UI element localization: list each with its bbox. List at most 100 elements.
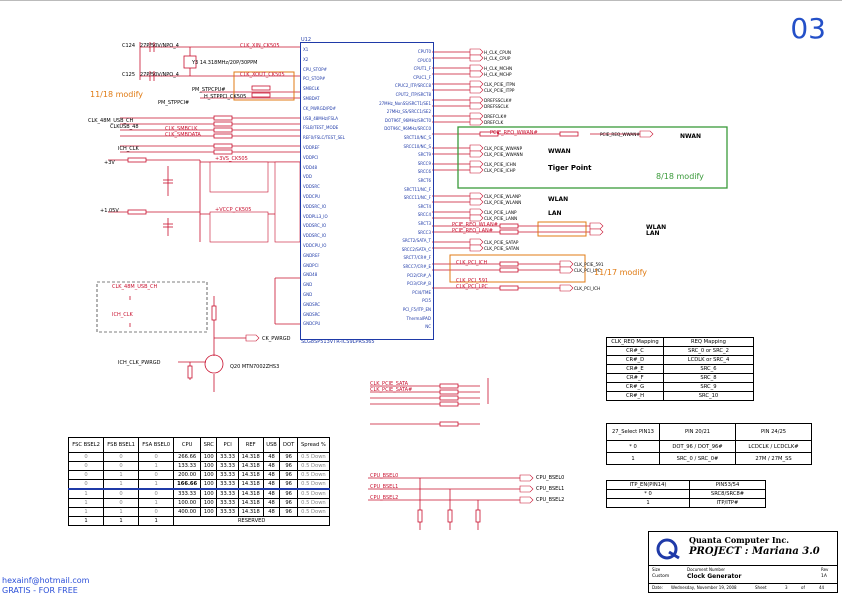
fs-cell: 33.33 <box>216 498 239 508</box>
chip-left-pin: VDDSRC_IO <box>303 233 327 239</box>
sel-header-2: PIN 24/25 <box>735 423 812 441</box>
clk-req-cell: SRC_9 <box>663 382 754 392</box>
fs-cell: 100 <box>200 461 218 471</box>
fs-header: DOT <box>279 437 298 453</box>
fs-cell: 14.318 <box>237 461 264 471</box>
fs-header: FSC BSEL2 <box>67 437 105 453</box>
fs-cell: 33.33 <box>216 470 239 480</box>
chip-left-pin: PCI_STOP# <box>303 76 326 82</box>
size-value: Custom <box>652 574 670 579</box>
right-net-label: PCIE_REQ_WWAN# <box>600 132 640 137</box>
chip-left-pin: GNDCPU <box>303 321 321 327</box>
chip-left-pin: VDDCPU_IO <box>303 243 327 248</box>
fs-cell: 14.318 <box>237 470 264 480</box>
q20-label: Q20 MTN7002ZHS3 <box>230 364 280 370</box>
wlan-region-label: WLAN <box>548 196 569 203</box>
net-ich-clk-dashed: ICH_CLK <box>112 312 133 318</box>
chip-left-pin: VDDCPU <box>303 194 321 199</box>
clk-req-table: CLK_REQ Mapping REQ Mapping CR#_C SRC_0 o… <box>606 337 754 401</box>
fs-header: FSB BSEL1 <box>103 437 140 453</box>
title-block: Quanta Computer Inc. PROJECT : Mariana 3… <box>648 531 838 593</box>
right-net-label: H_CLK_CPUP <box>484 56 511 61</box>
date-value: Wednesday, November 19, 2008 <box>671 585 737 590</box>
fs-cell: 100 <box>200 470 218 480</box>
fs-cell: 48 <box>262 470 281 480</box>
chip-right-pin: SRCT4 <box>418 203 431 209</box>
power-1v05: +1.05V <box>100 208 119 214</box>
date-label: Date: <box>652 585 663 590</box>
clk-req-row: CR#_E SRC_6 <box>606 364 754 374</box>
fs-reserved-cell: RESERVED <box>173 516 330 526</box>
chip-right-pin: CPUC0 <box>417 57 431 63</box>
c125-label: C125 <box>122 72 136 78</box>
fs-cell: 14.318 <box>237 507 264 517</box>
chip-left-pin: SMBCLK <box>303 86 320 92</box>
fs-cell: 100.00 <box>173 498 202 508</box>
chip-left-pin: VDDSRC <box>303 184 320 190</box>
chip-left-pin: CK_PWRGD/PD# <box>303 105 336 111</box>
watermark-free: GRATIS - FOR FREE <box>2 586 78 595</box>
cpu-bsel1-conn: CPU_BSEL1 <box>536 486 565 492</box>
net-ck-pwrgd: CK_PWRGD <box>262 336 291 342</box>
clk-req-cell: SRC_10 <box>663 391 754 401</box>
right-net-label: CLK_PCIE_WWANN <box>484 152 523 157</box>
sheet-value: 3 <box>785 585 788 590</box>
chip-left-pin: FSLB/TEST_MODE <box>303 125 339 131</box>
fs-header: Spread % <box>296 437 331 453</box>
fs-cell: 96 <box>279 470 298 480</box>
right-net-label: CLK_PCIE_WLANN <box>484 200 522 205</box>
chip-right-pin: PCI2/CR#_A <box>407 272 431 278</box>
fs-cell: 0.5 Down <box>296 461 331 471</box>
sel-header-1: PIN 20/21 <box>658 423 737 441</box>
fs-cell: 1 <box>138 498 175 508</box>
select-row: 1 SRC_0 / SRC_0# 27M / 27M_SS <box>606 452 812 465</box>
company-name: Quanta Computer Inc. <box>689 535 790 545</box>
clk-req-row: CR#_H SRC_10 <box>606 391 754 401</box>
net-xin-label: CLK_XIN_CK505 <box>240 43 280 49</box>
fs-cell: 48 <box>262 498 281 508</box>
fs-cell: 48 <box>262 507 281 517</box>
clk-req-row: CR#_C SRC_0 or SRC_2 <box>606 346 754 356</box>
fs-cell: 14.318 <box>237 479 264 490</box>
fs-cell: 1 <box>67 516 105 526</box>
chip-left-pin: GNDREF <box>303 252 320 258</box>
fs-cell: 1 <box>67 507 105 517</box>
cap-value-1: 27P/50V/NPO_4 <box>140 43 179 49</box>
clk-req-header-0: CLK_REQ Mapping <box>606 337 664 347</box>
title-divider-2 <box>649 583 837 584</box>
itp-header-1: PIN53/54 <box>689 480 766 490</box>
chip-right-pin: SRCC3 <box>417 229 431 235</box>
select-cell: 1 <box>606 452 660 465</box>
clk-req-cell: CR#_C <box>606 346 664 356</box>
net-pcie-req-lan: PCIE_REQ_LAN# <box>452 228 493 234</box>
clock-generator-chip: U12 SLG8SP513VTR-ICS9LPRS365 X1 X2 CPU_STO… <box>300 37 434 345</box>
fs-header: REF <box>237 437 264 453</box>
chip-right-pin: SRCT9 <box>418 152 431 158</box>
clk-req-cell: SRC_6 <box>663 364 754 374</box>
fs-cell: 0.5 Down <box>296 479 331 490</box>
fs-cell: 1 <box>67 488 105 499</box>
company-logo-icon <box>656 538 680 560</box>
fs-cell: 0.5 Down <box>296 488 331 499</box>
itp-cell: SRC8/SRC8# <box>689 489 766 499</box>
rev-value: 1A <box>821 574 827 579</box>
fs-row: 1 1 0 400.00 100 33.33 14.318 48 96 0.5 Down <box>67 507 331 517</box>
clk-req-cell: CR#_G <box>606 382 664 392</box>
chip-right-pin: SRCT3 <box>418 221 431 226</box>
net-cpu-bsel2: CPU_BSEL2 <box>370 495 399 501</box>
clk-req-cell: LCDLK or SRC_4 <box>663 355 754 365</box>
fs-cell: 166.66 <box>173 479 202 490</box>
chip-left-pin: REF0/FSLC/TEST_SEL <box>303 135 345 141</box>
fs-cell: 33.33 <box>216 461 239 471</box>
right-net-label: CLK_PCIE_ICHP <box>484 168 516 173</box>
size-label: Size <box>652 567 661 572</box>
total-value: 44 <box>819 585 825 590</box>
clk-req-cell: CR#_D <box>606 355 664 365</box>
fs-cell: 400.00 <box>173 507 202 517</box>
fs-row: 0 1 1 166.66 100 33.33 14.318 48 96 0.5 Down <box>67 479 331 490</box>
wwan-label: NWAN <box>680 133 702 140</box>
itp-cell: 1 <box>605 498 691 508</box>
chip-right-pin: 27MHz_NonSS/SRCT1/SE1 <box>379 100 431 106</box>
fs-cell: 0 <box>67 470 105 480</box>
fs-row: 1 1 1 RESERVED <box>67 516 330 526</box>
